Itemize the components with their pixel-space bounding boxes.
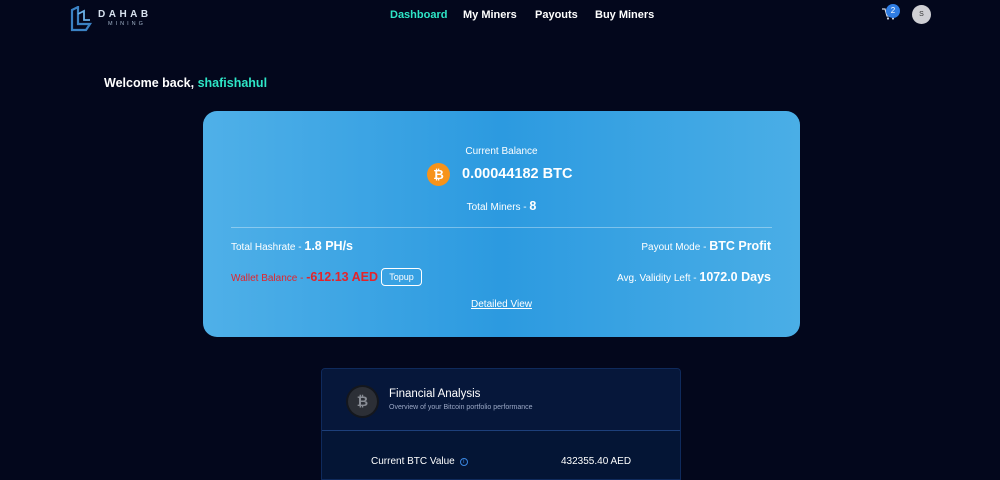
wallet-balance: Wallet Balance - -612.13 AED xyxy=(231,270,378,284)
balance-card: Current Balance ₿ 0.00044182 BTC Total M… xyxy=(203,111,800,337)
nav-my-miners[interactable]: My Miners xyxy=(463,9,535,21)
avg-validity-left: Avg. Validity Left - 1072.0 Days xyxy=(617,270,771,284)
welcome-message: Welcome back, shafishahul xyxy=(104,76,267,90)
brand-tagline: MINING xyxy=(108,21,146,28)
current-btc-value-label: Current BTC Value i xyxy=(371,456,468,467)
current-btc-value: 432355.40 AED xyxy=(561,456,632,467)
financial-analysis-card: ₿ Financial Analysis Overview of your Bi… xyxy=(321,368,681,480)
current-balance-label: Current Balance xyxy=(465,146,538,157)
cart-count-badge: 2 xyxy=(886,4,900,18)
validity-label: Avg. Validity Left - xyxy=(616,273,700,284)
financial-analysis-title: Financial Analysis xyxy=(389,388,481,400)
detailed-view-link[interactable]: Detailed View xyxy=(203,299,800,310)
payout-mode-label: Payout Mode - xyxy=(641,242,710,253)
total-miners: Total Miners - 8 xyxy=(203,199,800,213)
total-miners-value: 8 xyxy=(529,199,537,213)
financial-analysis-subtitle: Overview of your Bitcoin portfolio perfo… xyxy=(389,404,533,411)
user-avatar[interactable]: S xyxy=(912,5,931,24)
brand-name: DAHAB xyxy=(98,9,152,21)
validity-value: 1072.0 Days xyxy=(699,270,771,284)
financial-analysis-header: ₿ Financial Analysis Overview of your Bi… xyxy=(322,369,680,431)
nav-dashboard[interactable]: Dashboard xyxy=(390,9,463,21)
total-miners-label: Total Miners - xyxy=(466,202,530,213)
hashrate-label: Total Hashrate - xyxy=(231,242,305,253)
nav-payouts[interactable]: Payouts xyxy=(535,9,595,21)
bitcoin-icon: ₿ xyxy=(348,387,377,416)
topup-button[interactable]: Topup xyxy=(381,268,422,286)
main-nav: Dashboard My Miners Payouts Buy Miners xyxy=(390,9,654,21)
card-divider xyxy=(231,227,772,228)
logo-mark-icon xyxy=(70,6,93,32)
bitcoin-icon: ₿ xyxy=(427,163,450,186)
top-navbar: DAHAB MINING Dashboard My Miners Payouts… xyxy=(0,0,1000,32)
welcome-prefix: Welcome back, xyxy=(104,76,195,90)
welcome-username: shafishahul xyxy=(197,76,268,90)
payout-mode-value: BTC Profit xyxy=(709,239,771,253)
brand-logo[interactable]: DAHAB MINING xyxy=(68,5,158,33)
hashrate-value: 1.8 PH/s xyxy=(304,239,354,253)
current-balance-amount: 0.00044182 BTC xyxy=(462,166,573,182)
payout-mode: Payout Mode - BTC Profit xyxy=(641,239,771,253)
nav-buy-miners[interactable]: Buy Miners xyxy=(595,9,654,21)
info-icon[interactable]: i xyxy=(459,458,468,466)
row-label-text: Current BTC Value xyxy=(371,456,455,467)
wallet-balance-label: Wallet Balance - xyxy=(231,273,307,284)
total-hashrate: Total Hashrate - 1.8 PH/s xyxy=(231,239,353,253)
wallet-balance-value: -612.13 AED xyxy=(306,270,379,284)
